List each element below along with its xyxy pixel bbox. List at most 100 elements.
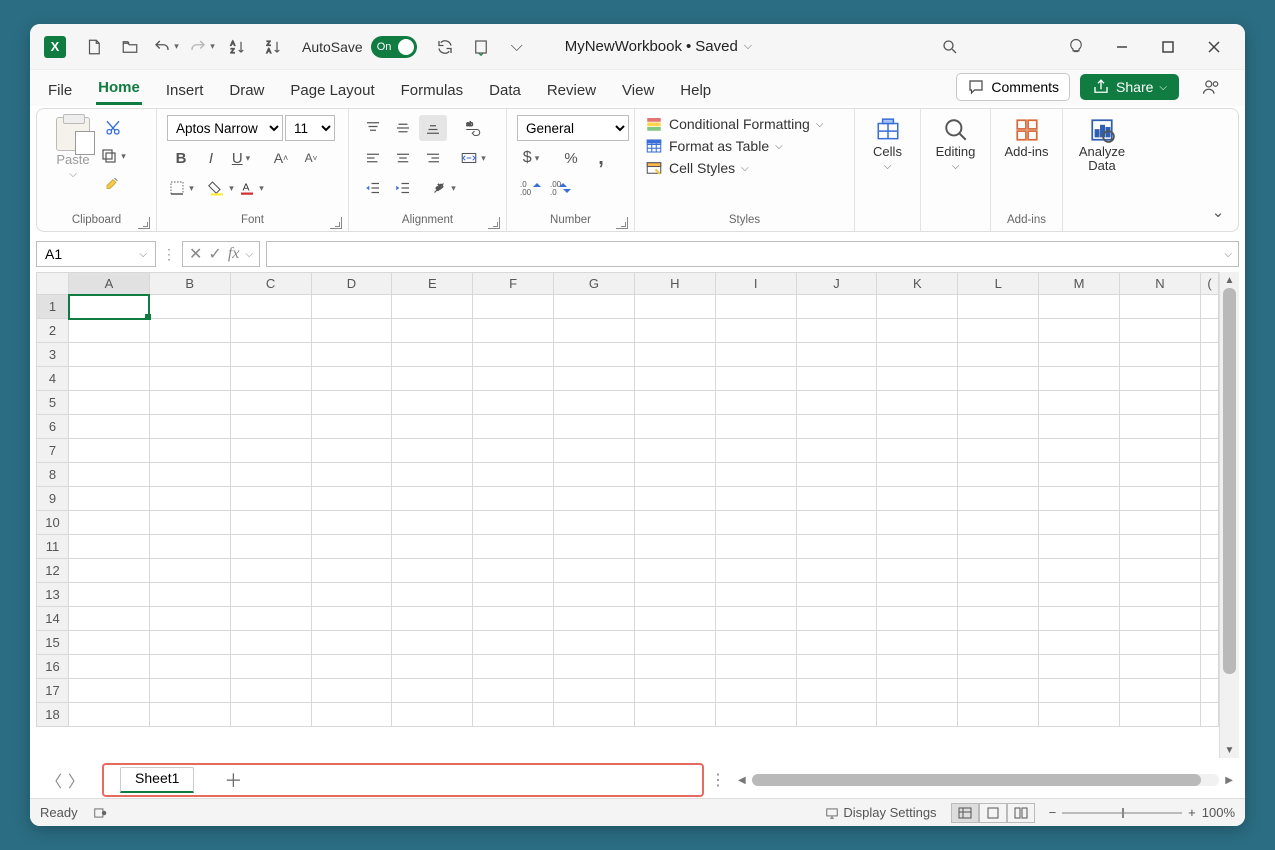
borders-icon[interactable] (167, 175, 195, 201)
cell-M5[interactable] (1039, 391, 1120, 415)
font-name-select[interactable]: Aptos Narrow (167, 115, 283, 141)
vertical-scrollbar[interactable]: ▲ ▼ (1219, 272, 1239, 758)
minimize-button[interactable] (1099, 29, 1145, 65)
cell-N2[interactable] (1119, 319, 1200, 343)
copy-icon[interactable] (99, 143, 127, 169)
align-center-icon[interactable] (389, 145, 417, 171)
cell-L14[interactable] (958, 607, 1039, 631)
cell-I1[interactable] (715, 295, 796, 319)
cell-K11[interactable] (877, 535, 958, 559)
row-header-5[interactable]: 5 (37, 391, 69, 415)
cell-I11[interactable] (715, 535, 796, 559)
cell-I4[interactable] (715, 367, 796, 391)
wrap-text-icon[interactable]: ab (459, 115, 487, 141)
cell-I16[interactable] (715, 655, 796, 679)
collaboration-avatar-icon[interactable] (1197, 73, 1225, 101)
cell-N5[interactable] (1119, 391, 1200, 415)
cell-J16[interactable] (796, 655, 877, 679)
cell-I10[interactable] (715, 511, 796, 535)
cell-J15[interactable] (796, 631, 877, 655)
cell-C13[interactable] (230, 583, 311, 607)
cell-H6[interactable] (634, 415, 715, 439)
row-header-8[interactable]: 8 (37, 463, 69, 487)
cell-D2[interactable] (311, 319, 392, 343)
cell-K12[interactable] (877, 559, 958, 583)
cell-K8[interactable] (877, 463, 958, 487)
cell-F4[interactable] (473, 367, 554, 391)
cell-C3[interactable] (230, 343, 311, 367)
cell-N1[interactable] (1119, 295, 1200, 319)
cell-G17[interactable] (554, 679, 635, 703)
cell-H18[interactable] (634, 703, 715, 727)
cell-H15[interactable] (634, 631, 715, 655)
cell-B17[interactable] (149, 679, 230, 703)
decrease-indent-icon[interactable] (359, 175, 387, 201)
expand-formula-icon[interactable]: ⌵ (1224, 249, 1232, 260)
cell-E18[interactable] (392, 703, 473, 727)
cells-button[interactable]: Cells ⌵ (865, 115, 910, 172)
cell-B7[interactable] (149, 439, 230, 463)
cell-L9[interactable] (958, 487, 1039, 511)
cell-H4[interactable] (634, 367, 715, 391)
cell-M15[interactable] (1039, 631, 1120, 655)
cell-E2[interactable] (392, 319, 473, 343)
collapse-ribbon-icon[interactable]: ⌄ (1204, 199, 1232, 225)
cell-C14[interactable] (230, 607, 311, 631)
number-dialog-launcher[interactable] (616, 217, 628, 229)
cell-H10[interactable] (634, 511, 715, 535)
cell-E17[interactable] (392, 679, 473, 703)
cell-F13[interactable] (473, 583, 554, 607)
tab-formulas[interactable]: Formulas (399, 76, 466, 105)
clipboard-dialog-launcher[interactable] (138, 217, 150, 229)
cell-M7[interactable] (1039, 439, 1120, 463)
comma-format-icon[interactable]: , (587, 145, 615, 171)
cell-H13[interactable] (634, 583, 715, 607)
more-icon[interactable]: ⋮ (162, 246, 176, 263)
cell-F7[interactable] (473, 439, 554, 463)
cell-B12[interactable] (149, 559, 230, 583)
name-box[interactable]: A1 ⌵ (36, 241, 156, 267)
cell-N12[interactable] (1119, 559, 1200, 583)
cell-K9[interactable] (877, 487, 958, 511)
scroll-down-icon[interactable]: ▼ (1220, 742, 1239, 758)
col-header-E[interactable]: E (392, 273, 473, 295)
cell-K17[interactable] (877, 679, 958, 703)
align-bottom-icon[interactable] (419, 115, 447, 141)
row-header-2[interactable]: 2 (37, 319, 69, 343)
cell-B8[interactable] (149, 463, 230, 487)
cell-M12[interactable] (1039, 559, 1120, 583)
row-header-11[interactable]: 11 (37, 535, 69, 559)
cancel-formula-icon[interactable]: ✕ (189, 244, 202, 264)
cell-G11[interactable] (554, 535, 635, 559)
cell-M11[interactable] (1039, 535, 1120, 559)
cell-I9[interactable] (715, 487, 796, 511)
cell-J1[interactable] (796, 295, 877, 319)
conditional-formatting-button[interactable]: Conditional Formatting⌵ (645, 115, 823, 133)
undo-icon[interactable] (152, 33, 180, 61)
cell-A16[interactable] (69, 655, 150, 679)
align-middle-icon[interactable] (389, 115, 417, 141)
cell-A6[interactable] (69, 415, 150, 439)
add-sheet-button[interactable]: ＋ (224, 767, 242, 793)
increase-font-icon[interactable]: A˄ (267, 145, 295, 171)
cell-J4[interactable] (796, 367, 877, 391)
scroll-up-icon[interactable]: ▲ (1220, 272, 1239, 288)
font-dialog-launcher[interactable] (330, 217, 342, 229)
percent-format-icon[interactable]: % (557, 145, 585, 171)
cell-I12[interactable] (715, 559, 796, 583)
formula-input[interactable]: ⌵ (266, 241, 1239, 267)
cell-C12[interactable] (230, 559, 311, 583)
cell-E12[interactable] (392, 559, 473, 583)
cell-F9[interactable] (473, 487, 554, 511)
cell-C11[interactable] (230, 535, 311, 559)
cell-K16[interactable] (877, 655, 958, 679)
cell-L12[interactable] (958, 559, 1039, 583)
sheet-options-icon[interactable]: ⋮ (704, 770, 732, 790)
cell-F1[interactable] (473, 295, 554, 319)
decrease-font-icon[interactable]: A˅ (297, 145, 325, 171)
cell-E8[interactable] (392, 463, 473, 487)
cell-I5[interactable] (715, 391, 796, 415)
col-header-L[interactable]: L (958, 273, 1039, 295)
sort-asc-icon[interactable]: AZ (224, 33, 252, 61)
italic-button[interactable]: I (197, 145, 225, 171)
